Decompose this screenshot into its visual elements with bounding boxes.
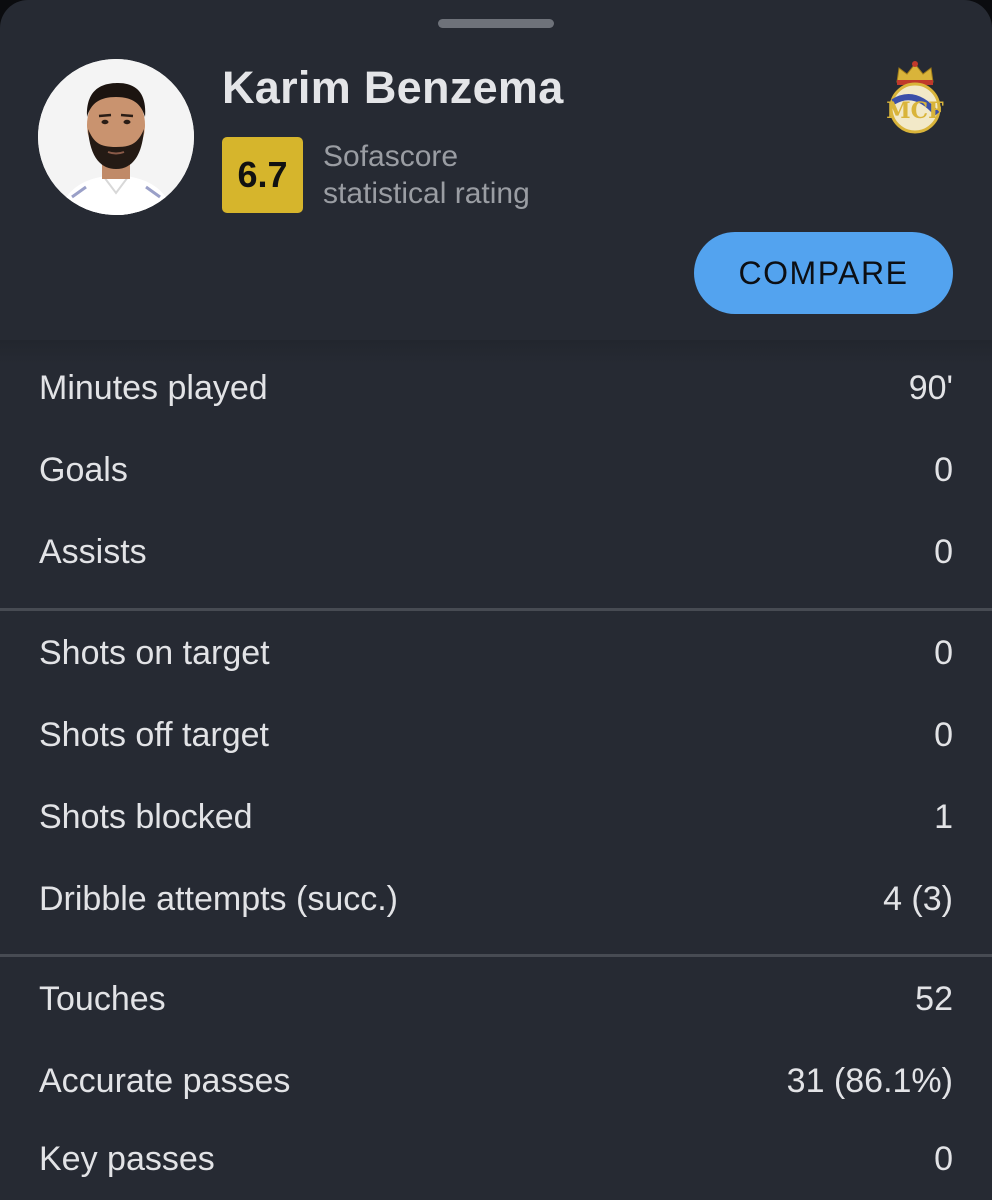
- player-name: Karim Benzema: [222, 62, 564, 113]
- stat-value: 1: [934, 798, 953, 836]
- compare-button[interactable]: COMPARE: [694, 232, 953, 314]
- stat-label: Assists: [39, 533, 147, 571]
- stat-value: 4 (3): [883, 880, 953, 918]
- drag-handle[interactable]: [438, 19, 554, 28]
- rating-caption-line2: statistical rating: [323, 177, 530, 210]
- rating-value: 6.7: [237, 154, 288, 195]
- stat-row-accurate-passes: Accurate passes 31 (86.1%): [0, 1040, 992, 1122]
- section-divider: [0, 608, 992, 611]
- stat-value: 0: [934, 533, 953, 571]
- stat-label: Key passes: [39, 1140, 215, 1178]
- stat-row-minutes-played: Minutes played 90': [0, 347, 992, 429]
- stat-value: 0: [934, 451, 953, 489]
- stat-label: Shots blocked: [39, 798, 253, 836]
- player-stats-sheet: Karim Benzema 6.7 Sofascore statistical …: [0, 0, 992, 1200]
- player-avatar: [38, 59, 194, 215]
- stat-value: 0: [934, 634, 953, 672]
- real-madrid-crest-icon[interactable]: MCF: [883, 58, 947, 138]
- stat-label: Touches: [39, 980, 166, 1018]
- stat-value: 90': [908, 369, 953, 407]
- rating-caption: Sofascore statistical rating: [323, 138, 530, 212]
- stat-label: Shots on target: [39, 634, 270, 672]
- stat-row-shots-blocked: Shots blocked 1: [0, 776, 992, 858]
- stat-row-dribble-attempts: Dribble attempts (succ.) 4 (3): [0, 858, 992, 940]
- svg-text:MCF: MCF: [886, 98, 944, 124]
- stat-value: 0: [934, 1140, 953, 1178]
- stat-value: 52: [915, 980, 953, 1018]
- stat-label: Accurate passes: [39, 1062, 291, 1100]
- stat-row-touches: Touches 52: [0, 958, 992, 1040]
- stat-label: Minutes played: [39, 369, 268, 407]
- stat-label: Goals: [39, 451, 128, 489]
- rating-caption-line1: Sofascore: [323, 140, 459, 173]
- stat-label: Shots off target: [39, 716, 269, 754]
- rating-badge: 6.7: [222, 137, 303, 213]
- stat-row-shots-off-target: Shots off target 0: [0, 694, 992, 776]
- stat-row-goals: Goals 0: [0, 429, 992, 511]
- section-divider: [0, 954, 992, 957]
- stat-label: Dribble attempts (succ.): [39, 880, 398, 918]
- stat-row-shots-on-target: Shots on target 0: [0, 612, 992, 694]
- stat-value: 0: [934, 716, 953, 754]
- stat-row-key-passes: Key passes 0: [0, 1118, 992, 1200]
- stat-value: 31 (86.1%): [786, 1062, 953, 1100]
- stat-row-assists: Assists 0: [0, 511, 992, 593]
